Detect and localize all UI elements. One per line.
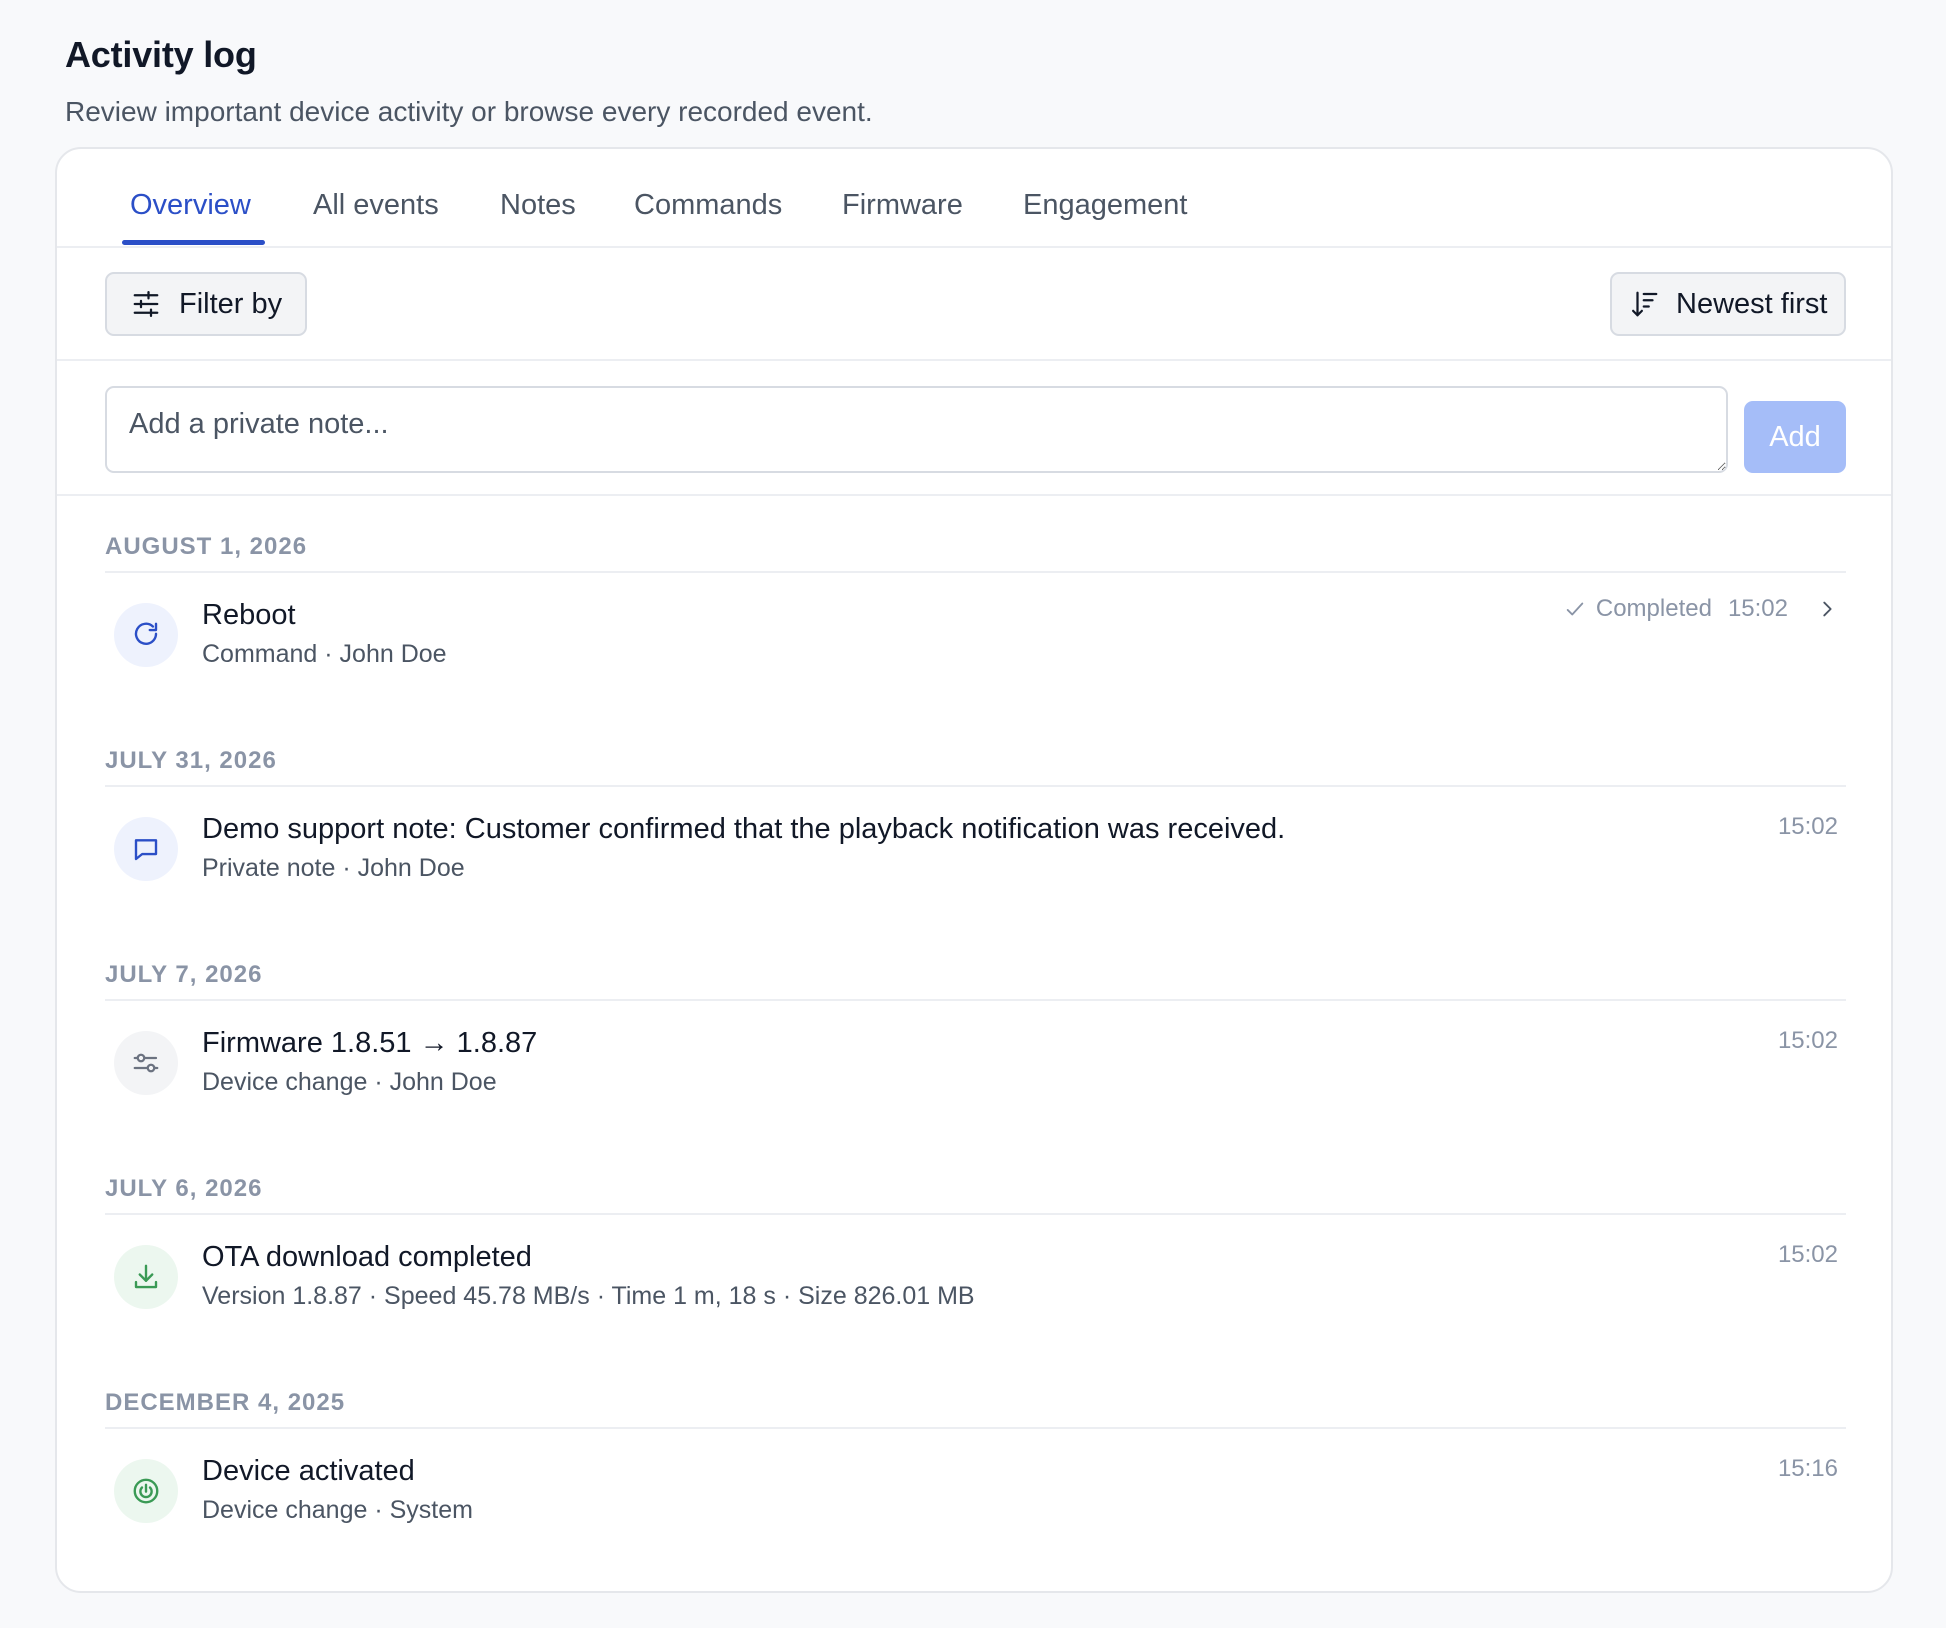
sliders-icon	[133, 291, 159, 317]
sort-button[interactable]: Newest first	[1610, 272, 1846, 336]
event-title: Demo support note: Customer confirmed th…	[202, 813, 1286, 845]
active-tab-indicator	[122, 240, 265, 245]
page-subtitle: Review important device activity or brow…	[65, 96, 873, 127]
tab-firmware[interactable]: Firmware	[842, 189, 963, 222]
note-composer: Add	[57, 361, 1891, 496]
check-icon	[1566, 602, 1584, 616]
status-label: Completed	[1595, 595, 1712, 622]
private-note-input[interactable]	[105, 386, 1728, 473]
event-time: 15:02	[1777, 1241, 1838, 1268]
event-time: 15:02	[1777, 1027, 1838, 1054]
power-icon	[114, 1459, 178, 1523]
date-header: JULY 6, 2026	[105, 1175, 1846, 1215]
event-time: 15:02	[1777, 813, 1838, 840]
tab-all-events[interactable]: All events	[313, 189, 439, 222]
event-subtitle: Device change · John Doe	[202, 1068, 497, 1096]
tab-notes[interactable]: Notes	[500, 189, 576, 222]
event-subtitle: Command · John Doe	[202, 640, 447, 668]
date-header: JULY 7, 2026	[105, 961, 1846, 1001]
tab-bar: Overview All events Notes Commands Firmw…	[57, 149, 1891, 248]
event-title: Firmware 1.8.51 → 1.8.87	[202, 1027, 538, 1059]
date-header: AUGUST 1, 2026	[105, 533, 1846, 573]
event-subtitle: Device change · System	[202, 1496, 473, 1524]
add-note-button[interactable]: Add	[1744, 401, 1846, 473]
event-row[interactable]: Device activated Device change · System …	[105, 1429, 1846, 1539]
refresh-icon	[114, 603, 178, 667]
event-title: OTA download completed	[202, 1241, 532, 1273]
tab-overview[interactable]: Overview	[130, 189, 251, 222]
event-title: Device activated	[202, 1455, 415, 1487]
event-status[interactable]: Completed 15:02	[1564, 595, 1838, 623]
download-icon	[114, 1245, 178, 1309]
tab-engagement[interactable]: Engagement	[1023, 189, 1187, 222]
event-subtitle: Private note · John Doe	[202, 854, 465, 882]
event-row[interactable]: Reboot Command · John Doe Completed 15:0…	[105, 573, 1846, 683]
activity-card: Overview All events Notes Commands Firmw…	[55, 147, 1893, 1593]
date-header: DECEMBER 4, 2025	[105, 1389, 1846, 1429]
event-time: 15:02	[1727, 595, 1788, 622]
event-row[interactable]: OTA download completed Version 1.8.87 · …	[105, 1215, 1846, 1325]
page-title: Activity log	[65, 34, 257, 75]
activity-log-page: Activity log Review important device act…	[0, 0, 1946, 1628]
chat-bubble-icon	[114, 817, 178, 881]
event-time: 15:16	[1777, 1455, 1838, 1482]
filter-button-label: Filter by	[179, 287, 283, 320]
toolbar: Filter by Newest first	[57, 248, 1891, 361]
sort-descending-icon	[1632, 291, 1658, 317]
sort-button-label: Newest first	[1676, 287, 1828, 320]
chevron-right-icon[interactable]	[1816, 598, 1838, 620]
event-title: Reboot	[202, 599, 296, 631]
tab-commands[interactable]: Commands	[634, 189, 782, 222]
event-subtitle: Version 1.8.87 · Speed 45.78 MB/s · Time…	[202, 1282, 975, 1310]
date-header: JULY 31, 2026	[105, 747, 1846, 787]
event-row[interactable]: Firmware 1.8.51 → 1.8.87 Device change ·…	[105, 1001, 1846, 1111]
event-row[interactable]: Demo support note: Customer confirmed th…	[105, 787, 1846, 897]
settings-toggle-icon	[114, 1031, 178, 1095]
filter-button[interactable]: Filter by	[105, 272, 307, 336]
